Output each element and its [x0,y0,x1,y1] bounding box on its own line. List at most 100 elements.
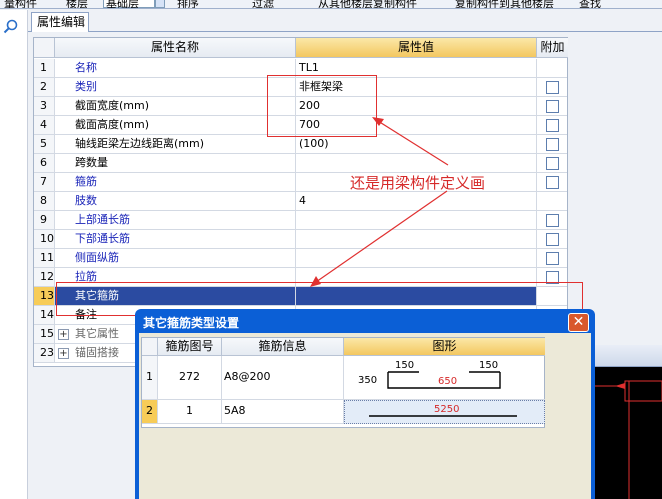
toolbar-item-floor-label: 楼层 [66,0,88,9]
property-name: 侧面纵筋 [55,249,296,268]
row-number: 10 [34,230,55,249]
annotation-note: 还是用梁构件定义画 [350,174,486,192]
row-number: 6 [34,154,55,173]
stirrup-row-shape[interactable]: 350 150 150 650 [344,356,545,400]
stirrup-row-number[interactable]: 1 [142,356,158,400]
property-add-cell [537,249,567,268]
row-number: 8 [34,192,55,211]
add-checkbox[interactable] [546,214,559,227]
property-name-text: 名称 [75,61,97,74]
stirrup-row-info[interactable]: 5A8 [222,400,344,424]
add-checkbox[interactable] [546,119,559,132]
add-checkbox[interactable] [546,176,559,189]
stirrup-row-shape[interactable]: 5250 [344,400,545,424]
property-add-cell [537,230,567,249]
property-name: 名称 [55,59,296,78]
property-add-cell [537,135,567,154]
search-icon[interactable] [3,19,19,35]
shape-middle-dim: 650 [438,376,457,387]
stirrup-row-number[interactable]: 2 [142,400,158,424]
grid-row[interactable]: 8 肢数 4 [34,192,567,211]
floor-select[interactable]: 基础层 [103,0,155,8]
property-add-cell [537,116,567,135]
find-button[interactable]: 查找 [579,0,601,8]
grid-row[interactable]: 6 跨数量 [34,154,567,173]
filter-button[interactable]: 过滤 [252,0,274,8]
property-name: 轴线距梁左边线距离(mm) [55,135,296,154]
stirrup-header-info: 箍筋信息 [222,338,344,356]
property-value[interactable] [296,230,537,249]
grid-row[interactable]: 5 轴线距梁左边线距离(mm) (100) [34,135,567,154]
left-panel-strip [0,10,28,499]
drawing-lines [595,380,662,499]
stirrup-header-shape: 图形 [344,338,545,356]
property-add-cell [537,211,567,230]
property-name-text: 上部通长筋 [75,213,130,226]
property-name-text: 跨数量 [75,156,108,169]
property-add-cell [537,154,567,173]
property-name-text: 侧面纵筋 [75,251,119,264]
grid-header-number [34,38,55,58]
property-name-text: 下部通长筋 [75,232,130,245]
property-name-text: 截面高度(mm) [75,118,150,131]
dialog-close-button[interactable]: ✕ [568,313,589,332]
row-number: 4 [34,116,55,135]
toolbar-item-layer-component[interactable]: 量构件 [4,0,37,8]
toolbar: 量构件 楼层 基础层 排序 过滤 从其他楼层复制构件 复制构件到其他楼层 查找 [0,0,662,9]
stirrup-row-info[interactable]: A8@200 [222,356,344,400]
property-name-text: 截面宽度(mm) [75,99,150,112]
property-name: 箍筋 [55,173,296,192]
property-name-text: 类别 [75,80,97,93]
add-checkbox[interactable] [546,233,559,246]
property-name: 上部通长筋 [55,211,296,230]
stirrup-grid: 箍筋图号 箍筋信息 图形 1 272 A8@200 350 150 150 65… [141,337,545,428]
add-checkbox[interactable] [546,81,559,94]
row-number: 23 [34,344,55,363]
property-name: 跨数量 [55,154,296,173]
property-name: 类别 [55,78,296,97]
expand-plus-icon[interactable]: + [58,329,69,340]
grid-row[interactable]: 11 侧面纵筋 [34,249,567,268]
stirrup-row-tu[interactable]: 1 [158,400,222,424]
copy-from-other-floor-button[interactable]: 从其他楼层复制构件 [318,0,417,8]
grid-header-name: 属性名称 [55,38,296,58]
grid-row[interactable]: 9 上部通长筋 [34,211,567,230]
tab-property-edit[interactable]: 属性编辑 [31,12,89,32]
copy-to-other-floor-button[interactable]: 复制构件到其他楼层 [455,0,554,8]
property-name-text: 锚固搭接 [75,346,119,359]
add-checkbox[interactable] [546,138,559,151]
property-name-text: 其它属性 [75,327,119,340]
tab-underline [28,31,662,32]
property-value[interactable]: 4 [296,192,537,211]
shape-left-dim: 350 [358,375,377,386]
property-add-cell [537,173,567,192]
property-value[interactable]: (100) [296,135,537,154]
property-value[interactable] [296,154,537,173]
row-number: 1 [34,59,55,78]
stirrup-shape-1-drawing: 5250 [369,404,517,417]
property-value[interactable] [296,211,537,230]
grid-row[interactable]: 10 下部通长筋 [34,230,567,249]
property-name-text: 肢数 [75,194,97,207]
annotation-box-values [267,75,377,137]
property-name: 截面高度(mm) [55,116,296,135]
floor-select-value: 基础层 [106,0,139,9]
grid-row[interactable]: 7 箍筋 [34,173,567,192]
grid-header-value: 属性值 [296,38,537,58]
property-name: 下部通长筋 [55,230,296,249]
row-number: 5 [34,135,55,154]
row-number: 13 [34,287,55,306]
stirrup-row-tu[interactable]: 272 [158,356,222,400]
add-checkbox[interactable] [546,157,559,170]
add-checkbox[interactable] [546,252,559,265]
property-name-text: 箍筋 [75,175,97,188]
shape-length-dim: 5250 [434,404,459,415]
drawing-header [595,345,662,367]
sort-button[interactable]: 排序 [177,0,199,8]
property-add-cell [537,78,567,97]
property-value[interactable] [296,249,537,268]
add-checkbox[interactable] [546,100,559,113]
floor-select-dropdown-icon[interactable] [155,0,165,8]
expand-plus-icon[interactable]: + [58,348,69,359]
row-number: 11 [34,249,55,268]
